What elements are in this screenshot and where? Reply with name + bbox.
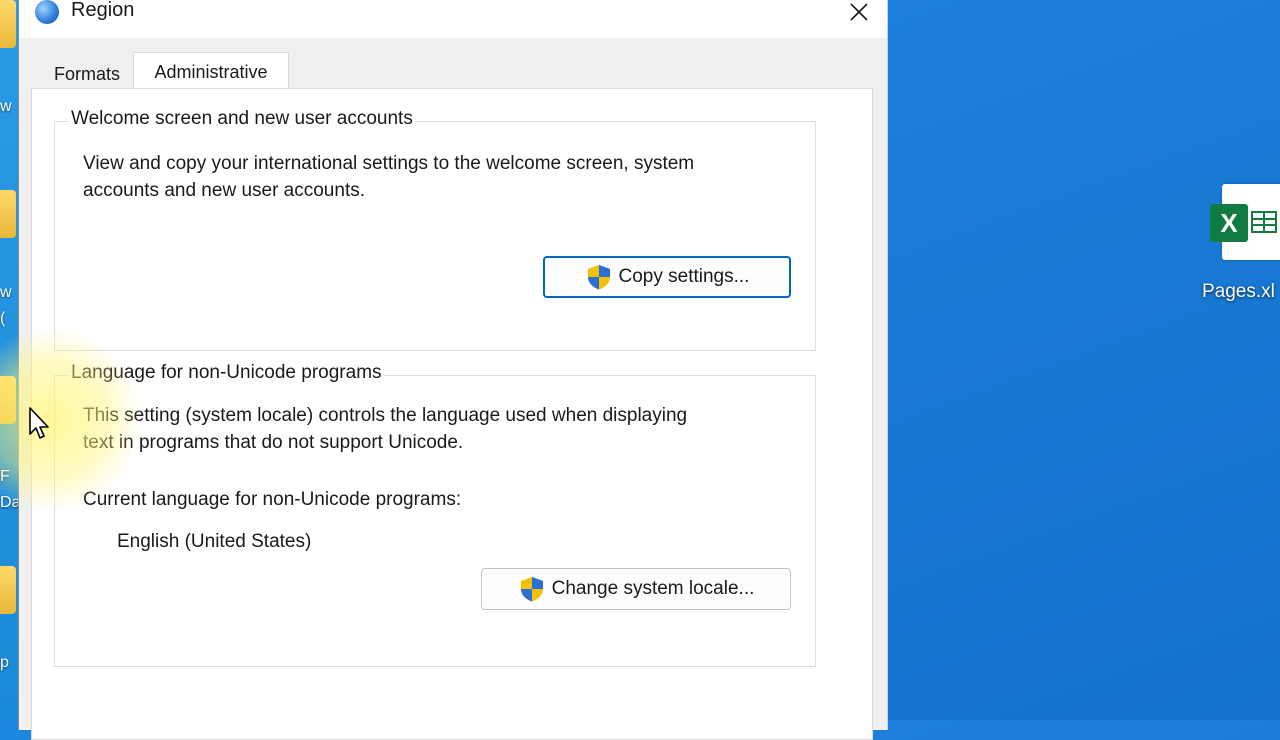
- close-button[interactable]: [831, 0, 887, 34]
- close-icon: [850, 3, 868, 21]
- copy-settings-button[interactable]: Copy settings...: [543, 256, 791, 298]
- desktop-folder-icon[interactable]: [0, 0, 16, 48]
- welcome-group-legend: Welcome screen and new user accounts: [69, 108, 415, 130]
- desktop-label-fragment: (: [0, 310, 6, 327]
- tab-formats[interactable]: Formats: [35, 58, 139, 90]
- desktop-folder-icon[interactable]: [0, 566, 16, 614]
- non-unicode-description-line: This setting (system locale) controls th…: [83, 405, 688, 426]
- excel-icon: X: [1210, 204, 1248, 242]
- uac-shield-icon: [587, 265, 610, 290]
- tab-administrative[interactable]: Administrative: [133, 52, 289, 91]
- welcome-description-line: accounts and new user accounts.: [83, 180, 366, 201]
- region-dialog: Region Formats Administrative Welcome sc…: [18, 0, 888, 740]
- change-system-locale-label: Change system locale...: [551, 578, 755, 599]
- tab-panel-administrative: Welcome screen and new user accounts Vie…: [31, 88, 873, 740]
- desktop-folder-icon[interactable]: [0, 376, 16, 424]
- desktop-label-fragment: F: [0, 468, 10, 485]
- non-unicode-description: This setting (system locale) controls th…: [83, 402, 687, 456]
- welcome-description-line: View and copy your international setting…: [83, 153, 695, 174]
- desktop-label-fragment: p: [0, 654, 9, 671]
- desktop-excel-file[interactable]: X: [1210, 182, 1280, 262]
- window-title: Region: [71, 0, 135, 21]
- uac-shield-icon: [520, 577, 543, 602]
- globe-icon: [35, 0, 59, 24]
- welcome-description: View and copy your international setting…: [83, 150, 694, 204]
- current-language-label: Current language for non-Unicode program…: [83, 489, 462, 510]
- non-unicode-group: Language for non-Unicode programs This s…: [54, 362, 816, 667]
- desktop-label-fragment: w: [0, 284, 12, 301]
- non-unicode-description-line: text in programs that do not support Uni…: [83, 432, 464, 453]
- desktop-folder-icon[interactable]: [0, 190, 16, 238]
- welcome-screen-group: Welcome screen and new user accounts Vie…: [54, 108, 816, 351]
- change-system-locale-button[interactable]: Change system locale...: [481, 568, 791, 610]
- copy-settings-label: Copy settings...: [618, 266, 750, 287]
- desktop-label-fragment: w: [0, 98, 12, 115]
- title-bar[interactable]: Region: [19, 0, 887, 38]
- current-language-value: English (United States): [117, 531, 312, 552]
- desktop-file-label[interactable]: Pages.xl: [1202, 281, 1275, 303]
- non-unicode-group-legend: Language for non-Unicode programs: [69, 362, 384, 384]
